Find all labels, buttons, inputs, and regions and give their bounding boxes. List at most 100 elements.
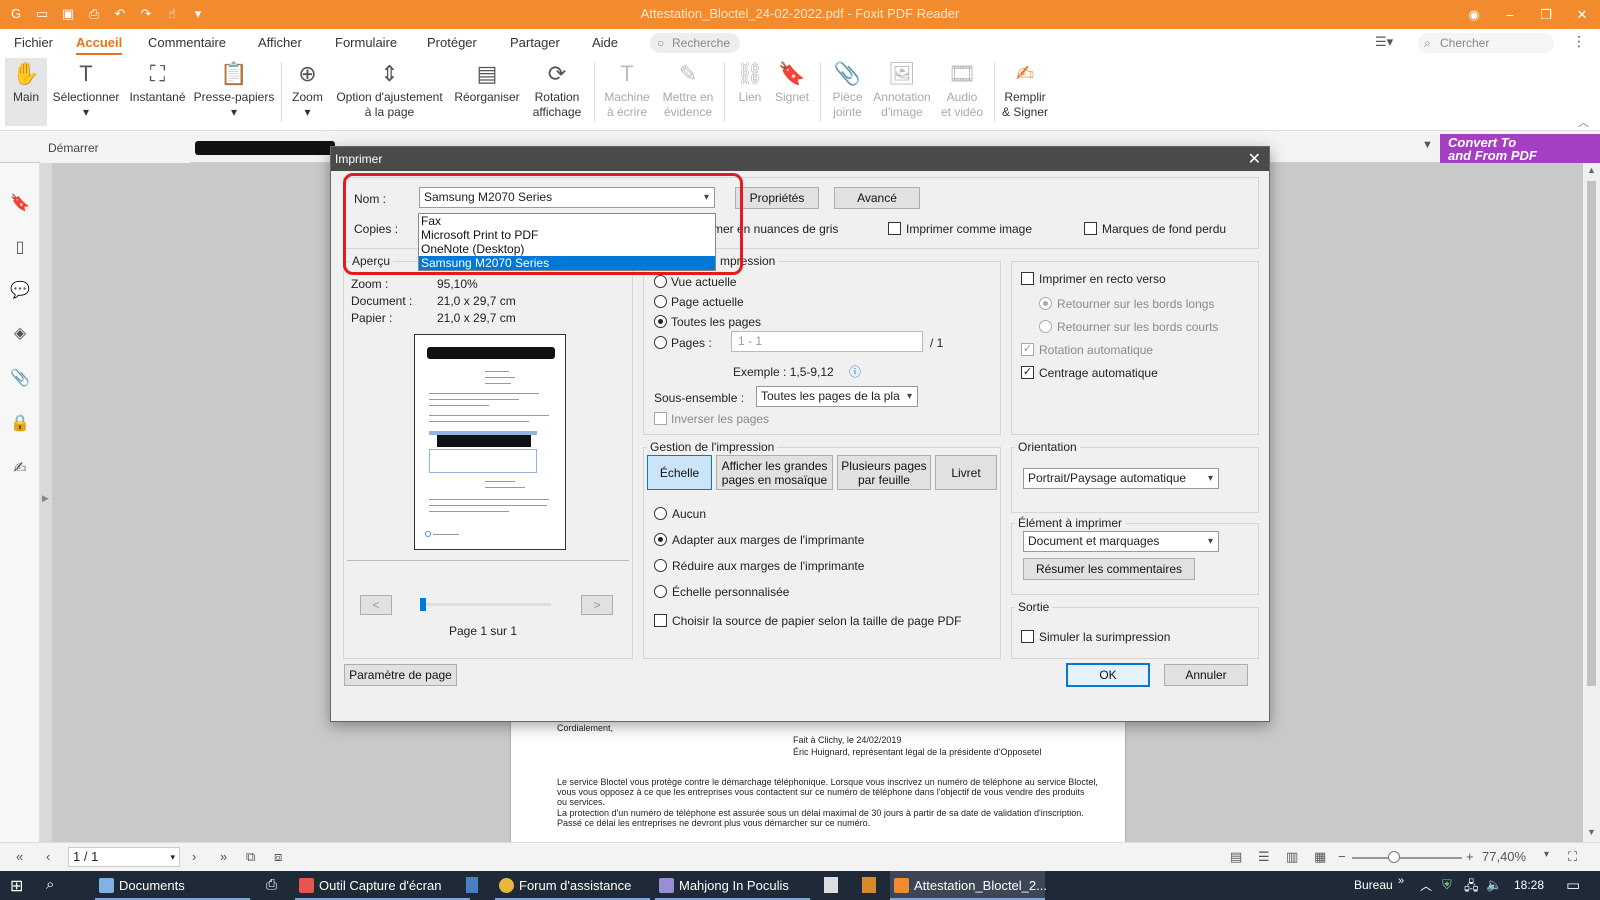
tool-fit-page[interactable]: ⇕ Option d'ajustement à la page bbox=[332, 58, 447, 120]
taskbar-foxit-attestation[interactable]: Attestation_Bloctel_2... bbox=[890, 871, 1047, 900]
ok-button[interactable]: OK bbox=[1066, 663, 1150, 687]
zoom-level[interactable]: 77,40% bbox=[1482, 849, 1526, 864]
tab-document-redacted[interactable] bbox=[195, 141, 335, 155]
tool-zoom[interactable]: ⊕ Zoom ▾ bbox=[285, 58, 330, 120]
printer-option-samsung[interactable]: Samsung M2070 Series bbox=[419, 256, 715, 270]
long-edge-radio[interactable] bbox=[1039, 297, 1052, 310]
tray-volume-icon[interactable]: 🔈 bbox=[1486, 877, 1502, 893]
more-options-icon[interactable]: ⋮ bbox=[1572, 33, 1586, 50]
duplex-checkbox[interactable] bbox=[1021, 272, 1034, 285]
menu-partager[interactable]: Partager bbox=[510, 35, 560, 50]
layers-panel-icon[interactable]: ◈ bbox=[10, 323, 30, 343]
tool-bookmark[interactable]: 🔖 Signet bbox=[770, 58, 814, 105]
rotate-status-icon[interactable]: ⧈ bbox=[274, 849, 282, 865]
menu-proteger[interactable]: Protéger bbox=[427, 35, 477, 50]
preview-slider-knob[interactable] bbox=[420, 598, 426, 611]
menu-afficher[interactable]: Afficher bbox=[258, 35, 302, 50]
menu-accueil[interactable]: Accueil bbox=[76, 35, 123, 55]
printer-option-ms-print-to-pdf[interactable]: Microsoft Print to PDF bbox=[419, 228, 715, 242]
booklet-button[interactable]: Livret bbox=[935, 455, 997, 490]
preview-prev-button[interactable]: < bbox=[360, 595, 392, 615]
dialog-close-icon[interactable]: ✕ bbox=[1248, 149, 1261, 169]
zoom-in-icon[interactable]: + bbox=[1466, 849, 1474, 864]
attachments-panel-icon[interactable]: 📎 bbox=[10, 368, 30, 388]
ribbon-options-icon[interactable]: ☰▾ bbox=[1375, 34, 1393, 50]
pages-range-input[interactable]: 1 - 1 bbox=[731, 331, 923, 352]
scroll-up-icon[interactable]: ▲ bbox=[1587, 165, 1596, 175]
fit-page-status-icon[interactable]: ⧉ bbox=[246, 849, 255, 865]
taskbar-documents[interactable]: Documents bbox=[95, 871, 250, 900]
orientation-select[interactable]: Portrait/Paysage automatique ▾ bbox=[1023, 468, 1219, 489]
convert-promo-banner[interactable]: Convert To and From PDF bbox=[1440, 134, 1600, 164]
auto-center-checkbox[interactable]: ✓ bbox=[1021, 366, 1034, 379]
tool-link[interactable]: ⛓ Lien bbox=[730, 58, 770, 105]
tool-snapshot[interactable]: ⛶ Instantané bbox=[125, 58, 190, 105]
current-page-radio[interactable] bbox=[654, 295, 667, 308]
info-icon[interactable]: ⓘ bbox=[849, 363, 861, 380]
pages-radio[interactable] bbox=[654, 336, 667, 349]
print-as-image-checkbox[interactable] bbox=[888, 222, 901, 235]
taskbar-chrome-forum[interactable]: Forum d'assistance in... bbox=[495, 871, 650, 900]
taskbar-printer-icon[interactable]: ⎙ bbox=[266, 876, 277, 893]
properties-button[interactable]: Propriétés bbox=[735, 187, 819, 209]
account-icon[interactable]: ◉ bbox=[1456, 0, 1492, 29]
bookmark-panel-icon[interactable]: 🔖 bbox=[10, 193, 30, 213]
facing-view-icon[interactable]: ▥ bbox=[1286, 849, 1298, 865]
scale-fit-radio[interactable] bbox=[654, 533, 667, 546]
find-input[interactable]: ⌕ Chercher bbox=[1418, 33, 1554, 53]
tool-image-annotation[interactable]: 🖼 Annotation d'image bbox=[870, 58, 934, 120]
preview-next-button[interactable]: > bbox=[581, 595, 613, 615]
collapse-ribbon-icon[interactable]: ︿ bbox=[1578, 114, 1589, 130]
tray-clock[interactable]: 18:28 bbox=[1514, 878, 1544, 892]
tell-me-search[interactable]: ○ Recherche bbox=[650, 33, 740, 53]
comments-panel-icon[interactable]: 💬 bbox=[10, 280, 30, 300]
tool-attachment[interactable]: 📎 Pièce jointe bbox=[825, 58, 870, 120]
advanced-button[interactable]: Avancé bbox=[834, 187, 920, 209]
prev-page-icon[interactable]: ‹ bbox=[46, 849, 50, 864]
scrollbar-thumb[interactable] bbox=[1587, 181, 1596, 686]
fullscreen-icon[interactable]: ⛶ bbox=[1568, 849, 1577, 865]
menu-fichier[interactable]: Fichier bbox=[14, 35, 53, 50]
tray-shield-icon[interactable]: ⛨ bbox=[1442, 877, 1452, 893]
tray-overflow-icon[interactable]: ︿ bbox=[1420, 877, 1432, 894]
first-page-icon[interactable]: « bbox=[16, 849, 23, 864]
printer-option-fax[interactable]: Fax bbox=[419, 214, 715, 228]
cancel-button[interactable]: Annuler bbox=[1164, 664, 1248, 686]
printer-option-onenote[interactable]: OneNote (Desktop) bbox=[419, 242, 715, 256]
taskbar-desktop-label[interactable]: Bureau bbox=[1354, 878, 1393, 892]
menu-commentaire[interactable]: Commentaire bbox=[148, 35, 226, 50]
tool-select[interactable]: T Sélectionner ▾ bbox=[50, 58, 122, 120]
scale-shrink-radio[interactable] bbox=[654, 559, 667, 572]
tab-start[interactable]: Démarrer bbox=[40, 137, 190, 163]
tool-reorganize[interactable]: ▤ Réorganiser bbox=[451, 58, 523, 105]
desktop-toolbar-chevron-icon[interactable]: » bbox=[1398, 875, 1404, 887]
bleed-marks-checkbox[interactable] bbox=[1084, 222, 1097, 235]
minimize-icon[interactable]: – bbox=[1492, 0, 1528, 29]
tab-list-chevron-icon[interactable]: ▼ bbox=[1422, 139, 1433, 151]
close-icon[interactable]: ✕ bbox=[1564, 0, 1600, 29]
reverse-pages-checkbox[interactable] bbox=[654, 412, 667, 425]
zoom-slider-knob[interactable] bbox=[1387, 851, 1400, 863]
multiple-pages-button[interactable]: Plusieurs pages par feuille bbox=[837, 455, 931, 490]
scale-button[interactable]: Échelle bbox=[647, 455, 712, 490]
continuous-facing-icon[interactable]: ▦ bbox=[1314, 849, 1326, 865]
tool-highlight[interactable]: ✎ Mettre en évidence bbox=[657, 58, 719, 120]
short-edge-radio[interactable] bbox=[1039, 320, 1052, 333]
simulate-overprint-checkbox[interactable] bbox=[1021, 630, 1034, 643]
tile-pages-button[interactable]: Afficher les grandes pages en mosaïque bbox=[716, 455, 833, 490]
tool-clipboard[interactable]: 📋 Presse-papiers ▾ bbox=[193, 58, 275, 120]
notification-center-icon[interactable]: ▭ bbox=[1566, 876, 1580, 894]
taskbar-snipping-tool[interactable]: Outil Capture d'écran bbox=[295, 871, 470, 900]
all-pages-radio[interactable] bbox=[654, 315, 667, 328]
tool-rotate-view[interactable]: ⟳ Rotation affichage bbox=[526, 58, 588, 120]
taskbar-app2-icon[interactable] bbox=[862, 877, 876, 893]
scale-custom-radio[interactable] bbox=[654, 585, 667, 598]
tool-fill-sign[interactable]: ✍ Remplir & Signer bbox=[999, 58, 1051, 120]
element-to-print-select[interactable]: Document et marquages ▾ bbox=[1023, 531, 1219, 552]
tool-audio-video[interactable]: 🎞 Audio et vidéo bbox=[936, 58, 988, 120]
zoom-slider-track[interactable] bbox=[1352, 857, 1462, 859]
auto-rotate-checkbox[interactable]: ✓ bbox=[1021, 343, 1034, 356]
next-page-icon[interactable]: › bbox=[192, 849, 196, 864]
taskbar-search-icon[interactable]: ⌕ bbox=[46, 876, 54, 893]
taskbar-calculator-icon[interactable] bbox=[466, 877, 478, 893]
